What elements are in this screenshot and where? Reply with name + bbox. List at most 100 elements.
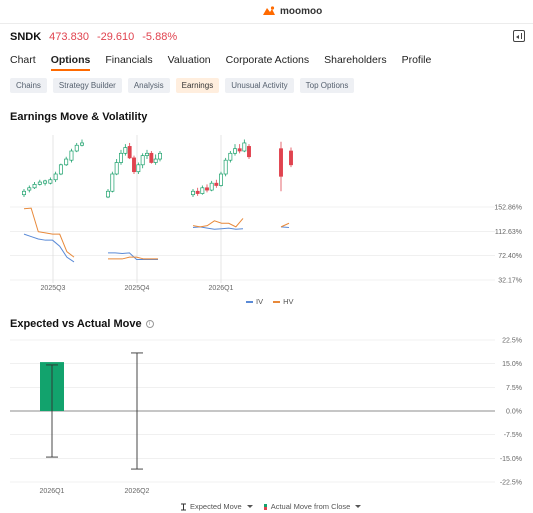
- candle-body: [149, 152, 154, 163]
- candle-body: [136, 164, 141, 173]
- y-tick-label: -22.5%: [500, 480, 522, 487]
- x-tick-label: 2026Q1: [209, 285, 234, 292]
- hv-line: [108, 256, 158, 260]
- legend-hv[interactable]: HV: [273, 297, 294, 306]
- candle-body: [158, 152, 162, 160]
- price-change-percent: -5.88%: [142, 31, 178, 43]
- y-tick-label: 32.17%: [498, 278, 522, 285]
- y-tick-label: 15.0%: [502, 361, 522, 368]
- candle-body: [209, 182, 214, 191]
- candle-body: [80, 142, 84, 146]
- hv-line: [192, 218, 244, 228]
- main-tabs: Chart Options Financials Valuation Corpo…: [10, 54, 431, 71]
- y-tick-label: 22.5%: [502, 338, 522, 345]
- earnings-move-title: Earnings Move & Volatility: [10, 111, 148, 123]
- tab-valuation[interactable]: Valuation: [168, 54, 211, 71]
- candle-body: [74, 144, 79, 152]
- hv-line: [280, 222, 290, 228]
- candle-body: [64, 158, 69, 166]
- x-tick-label: 2025Q3: [41, 285, 66, 292]
- tab-options[interactable]: Options: [50, 54, 91, 71]
- earnings-volatility-chart[interactable]: 152.86% 112.63% 72.40% 32.17% 2025Q3 2025Q4 20…: [0, 135, 533, 310]
- y-tick-label: 72.40%: [498, 253, 522, 260]
- hv-line: [23, 207, 75, 258]
- candle-body: [289, 150, 293, 166]
- subtab-unusual-activity[interactable]: Unusual Activity: [225, 78, 294, 93]
- candle-body: [22, 190, 26, 196]
- moomoo-logo-icon: [263, 6, 275, 15]
- expected-vs-actual-chart[interactable]: 22.5% 15.0% 7.5% 0.0% -7.5% -15.0% -22.5% 2026Q…: [0, 335, 533, 495]
- iv-line: [23, 233, 75, 263]
- candle-body: [191, 190, 195, 196]
- subtab-top-options[interactable]: Top Options: [299, 78, 355, 93]
- tab-chart[interactable]: Chart: [10, 54, 36, 71]
- ticker-symbol: SNDK: [10, 31, 42, 43]
- candle-body: [200, 187, 205, 194]
- expected-vs-actual-title-text: Expected vs Actual Move: [10, 318, 142, 330]
- y-tick-label: 0.0%: [506, 409, 522, 416]
- candle-body: [223, 159, 228, 175]
- candle-body: [279, 148, 283, 177]
- expected-vs-actual-title: Expected vs Actual Move i: [10, 318, 154, 330]
- legend-iv[interactable]: IV: [246, 297, 263, 306]
- candle-body: [228, 152, 233, 161]
- tab-corporate-actions[interactable]: Corporate Actions: [226, 54, 309, 71]
- y-tick-label: 7.5%: [506, 385, 522, 392]
- top-bar: moomoo: [0, 0, 533, 24]
- subtab-chains[interactable]: Chains: [10, 78, 47, 93]
- candle-body: [127, 146, 132, 159]
- candle-body: [247, 146, 251, 158]
- tab-profile[interactable]: Profile: [402, 54, 432, 71]
- candle-body: [233, 148, 237, 154]
- chevron-down-icon: [355, 505, 362, 508]
- tab-financials[interactable]: Financials: [105, 54, 152, 71]
- legend-hv-label: HV: [283, 297, 294, 306]
- actual-move-icon: [263, 503, 267, 510]
- candle-body: [48, 179, 53, 184]
- candle-body: [114, 162, 119, 175]
- candle-body: [242, 142, 247, 152]
- candle-body: [132, 157, 136, 173]
- candle-body: [140, 155, 145, 166]
- info-icon[interactable]: i: [145, 320, 154, 329]
- legend-actual-move-label: Actual Move from Close: [270, 502, 351, 511]
- candle-body: [119, 152, 123, 163]
- candle-body: [237, 148, 242, 152]
- candle-body: [58, 164, 63, 175]
- chevron-down-icon: [246, 505, 253, 508]
- legend-expected-move[interactable]: Expected Move: [180, 502, 253, 511]
- collapse-panel-icon[interactable]: [513, 30, 525, 42]
- brand-name: moomoo: [280, 5, 323, 17]
- quote-row: SNDK 473.830 -29.610 -5.88%: [10, 30, 177, 44]
- move-legend: Expected Move Actual Move from Close: [180, 502, 362, 511]
- volatility-legend: IV HV: [246, 297, 294, 306]
- brand[interactable]: moomoo: [262, 5, 322, 17]
- subtab-earnings[interactable]: Earnings: [175, 78, 220, 93]
- x-tick-label: 2026Q1: [40, 488, 65, 495]
- subtab-strategy-builder[interactable]: Strategy Builder: [52, 78, 122, 93]
- x-tick-label: 2025Q4: [125, 285, 150, 292]
- legend-expected-move-label: Expected Move: [190, 502, 242, 511]
- candle-body: [110, 173, 115, 192]
- candle-body: [37, 181, 42, 185]
- candle-body: [123, 147, 128, 154]
- candle-body: [219, 173, 223, 186]
- legend-iv-label: IV: [256, 297, 264, 306]
- expected-move-icon: [181, 503, 186, 510]
- iv-swatch: [246, 300, 253, 303]
- y-tick-label: -7.5%: [504, 432, 522, 439]
- price-change: -29.610: [96, 31, 135, 43]
- y-tick-label: 112.63%: [495, 229, 522, 236]
- x-tick-label: 2026Q2: [125, 488, 150, 495]
- y-tick-label: 152.86%: [494, 205, 522, 212]
- hv-swatch: [273, 300, 281, 303]
- y-tick-label: -15.0%: [500, 456, 522, 463]
- candle-body: [153, 158, 158, 163]
- candle-body: [43, 180, 48, 184]
- legend-actual-move[interactable]: Actual Move from Close: [263, 502, 362, 511]
- candle-body: [53, 173, 58, 181]
- subtab-analysis[interactable]: Analysis: [127, 78, 170, 93]
- candle-body: [32, 183, 37, 189]
- candle-body: [106, 190, 110, 198]
- tab-shareholders[interactable]: Shareholders: [324, 54, 386, 71]
